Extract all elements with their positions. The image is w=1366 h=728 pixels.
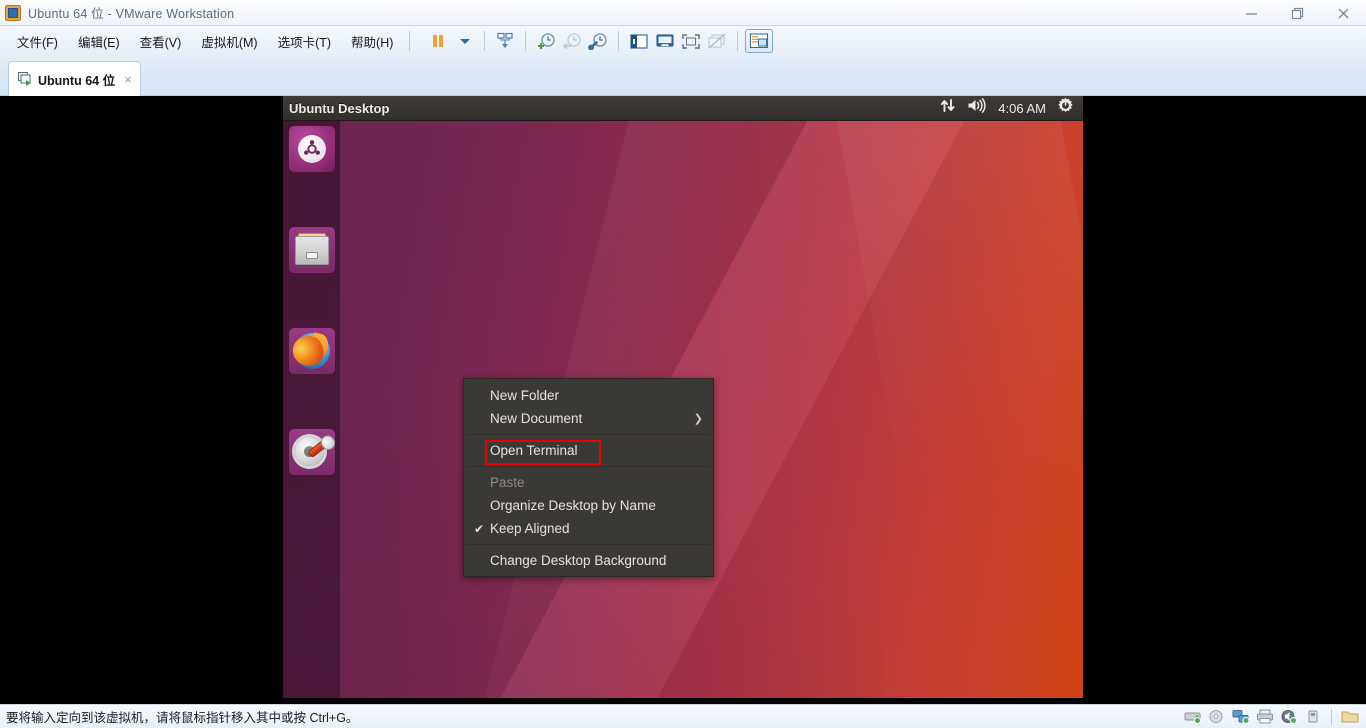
menu-separator-3 [466, 544, 711, 545]
network-indicator-icon[interactable] [940, 98, 956, 118]
launcher-item-files[interactable] [289, 227, 335, 273]
menu-change-background[interactable]: Change Desktop Background [464, 549, 713, 572]
power-suspend-button[interactable] [425, 29, 451, 53]
menu-separator-1 [466, 434, 711, 435]
take-snapshot-button[interactable] [533, 29, 559, 53]
revert-snapshot-button [559, 29, 585, 53]
device-sound-icon[interactable] [1280, 709, 1298, 725]
menubar: 文件(F) 编辑(E) 查看(V) 虚拟机(M) 选项卡(T) 帮助(H) [0, 26, 1366, 56]
window-title: Ubuntu 64 位 - VMware Workstation [28, 7, 235, 21]
panel-clock[interactable]: 4:06 AM [998, 101, 1046, 116]
device-cd-dvd-icon[interactable] [1208, 709, 1226, 725]
menu-open-terminal[interactable]: Open Terminal [464, 439, 713, 462]
close-button[interactable] [1320, 0, 1366, 26]
volume-indicator-icon[interactable] [967, 98, 987, 118]
desktop-context-menu: New Folder New Document ❯ Open Terminal … [463, 378, 714, 577]
statusbar-devices [1184, 708, 1366, 725]
launcher-item-firefox[interactable] [289, 328, 335, 374]
menu-new-document[interactable]: New Document ❯ [464, 407, 713, 430]
tab-ubuntu-64[interactable]: Ubuntu 64 位 × [8, 61, 141, 96]
unity-mode-button [704, 29, 730, 53]
menu-item-label: New Document [490, 411, 583, 426]
statusbar-divider [1331, 708, 1332, 725]
menu-organize-desktop[interactable]: Organize Desktop by Name [464, 494, 713, 517]
launcher-item-dash[interactable] [289, 126, 335, 172]
menu-item-label: Paste [490, 475, 525, 490]
ubuntu-circle-of-friends-icon [304, 140, 320, 155]
menu-file[interactable]: 文件(F) [8, 29, 67, 54]
toolbar-divider-3 [525, 31, 527, 51]
console-view-button[interactable] [652, 29, 678, 53]
ubuntu-top-panel: Ubuntu Desktop 4:06 AM [283, 96, 1083, 121]
power-dropdown-button[interactable] [451, 29, 477, 53]
device-usb-icon[interactable] [1304, 709, 1322, 725]
chevron-right-icon: ❯ [693, 413, 703, 425]
ubuntu-guest-screen[interactable]: Ubuntu Desktop 4:06 AM New Folder New Do… [283, 96, 1083, 698]
library-button[interactable] [745, 29, 774, 53]
menu-keep-aligned[interactable]: ✔ Keep Aligned [464, 517, 713, 540]
statusbar: 要将输入定向到该虚拟机，请将鼠标指针移入其中或按 Ctrl+G。 [0, 704, 1366, 728]
minimize-button[interactable] [1228, 0, 1274, 26]
menu-paste: Paste [464, 471, 713, 494]
toolbar-divider-4 [618, 31, 620, 51]
window-controls [1228, 0, 1366, 26]
window-titlebar: Ubuntu 64 位 - VMware Workstation [0, 0, 1366, 26]
vm-display-area[interactable]: Ubuntu Desktop 4:06 AM New Folder New Do… [0, 96, 1366, 704]
chevron-down-icon [460, 38, 471, 44]
checkmark-icon: ✔ [474, 521, 485, 536]
toolbar-divider-5 [737, 31, 739, 51]
send-ctrl-alt-del-button[interactable] [492, 29, 518, 53]
menu-edit[interactable]: 编辑(E) [69, 29, 129, 54]
launcher-item-settings[interactable] [289, 429, 335, 475]
tab-close-button[interactable]: × [124, 72, 132, 87]
device-printer-icon[interactable] [1256, 709, 1274, 725]
toolbar-divider-2 [484, 31, 486, 51]
vmware-vm-icon [5, 4, 21, 21]
fullscreen-button[interactable] [678, 29, 704, 53]
vm-running-icon [17, 71, 33, 87]
menu-item-label: Change Desktop Background [490, 553, 667, 568]
system-menu-icon[interactable] [1057, 97, 1074, 119]
snapshot-manager-button[interactable] [585, 29, 611, 53]
menu-item-label: Keep Aligned [490, 521, 570, 536]
statusbar-message: 要将输入定向到该虚拟机，请将鼠标指针移入其中或按 Ctrl+G。 [6, 711, 359, 725]
vmware-workstation-window: Ubuntu 64 位 - VMware Workstation 文件(F) 编… [0, 0, 1366, 728]
device-network-icon[interactable] [1232, 709, 1250, 725]
menu-separator-2 [466, 466, 711, 467]
menu-help[interactable]: 帮助(H) [342, 29, 402, 54]
tab-label: Ubuntu 64 位 [38, 73, 116, 88]
panel-title: Ubuntu Desktop [289, 100, 390, 116]
menu-tabs[interactable]: 选项卡(T) [269, 29, 340, 54]
toolbar-divider [409, 31, 411, 51]
panel-indicators: 4:06 AM [940, 97, 1083, 119]
tab-strip: Ubuntu 64 位 × [0, 56, 1366, 96]
toolbar [425, 29, 774, 53]
unity-launcher [283, 121, 341, 698]
menu-item-label: New Folder [490, 388, 560, 403]
menu-item-label: Open Terminal [490, 443, 578, 458]
menu-item-label: Organize Desktop by Name [490, 498, 656, 513]
device-shared-folder-icon[interactable] [1341, 709, 1359, 725]
device-hard-disk-icon[interactable] [1184, 709, 1202, 725]
restore-button[interactable] [1274, 0, 1320, 26]
menu-vm[interactable]: 虚拟机(M) [192, 29, 266, 54]
menu-new-folder[interactable]: New Folder [464, 384, 713, 407]
menu-view[interactable]: 查看(V) [131, 29, 191, 54]
show-sidebar-button[interactable] [626, 29, 652, 53]
